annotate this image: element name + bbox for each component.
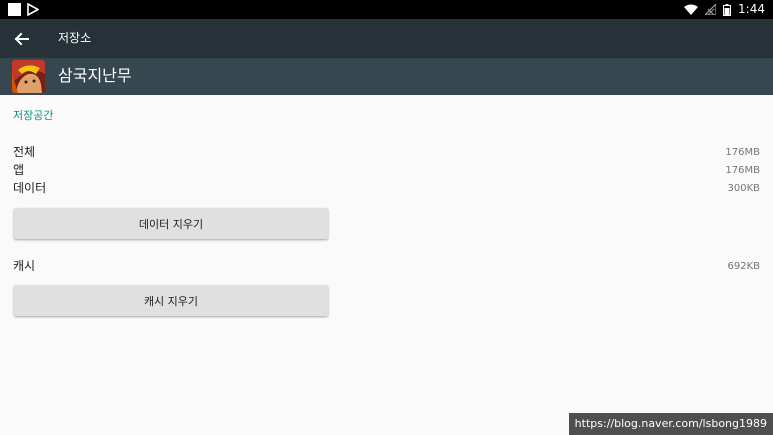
cache-value: 692KB: [727, 261, 760, 272]
status-bar-right: 1:44: [684, 2, 765, 17]
arrow-left-icon[interactable]: [11, 28, 33, 50]
clear-data-button[interactable]: 데이터 지우기: [14, 208, 328, 239]
cache-label: 캐시: [13, 259, 36, 273]
wifi-icon: [684, 4, 699, 15]
status-time: 1:44: [738, 2, 765, 16]
app-size-value: 176MB: [725, 165, 760, 176]
status-bar: 1:44: [0, 0, 773, 19]
total-label: 전체: [13, 145, 36, 159]
battery-icon: [723, 3, 732, 16]
app-size-label: 앱: [13, 163, 25, 177]
status-bar-left: [8, 3, 39, 16]
no-signal-icon: [705, 4, 717, 15]
app-name: 삼국지난무: [58, 66, 132, 85]
data-size-value: 300KB: [727, 183, 760, 194]
app-icon: [12, 60, 45, 93]
notification-square-icon: [8, 3, 21, 16]
play-store-icon: [27, 3, 39, 16]
toolbar: 저장소: [0, 19, 773, 58]
clear-cache-button[interactable]: 캐시 지우기: [14, 285, 328, 316]
data-size-label: 데이터: [13, 181, 47, 195]
watermark: https://blog.naver.com/lsbong1989: [568, 413, 773, 435]
storage-section-title: 저장공간: [13, 109, 54, 122]
app-header: 삼국지난무: [0, 58, 773, 95]
total-value: 176MB: [725, 147, 760, 158]
page-title: 저장소: [58, 31, 92, 45]
